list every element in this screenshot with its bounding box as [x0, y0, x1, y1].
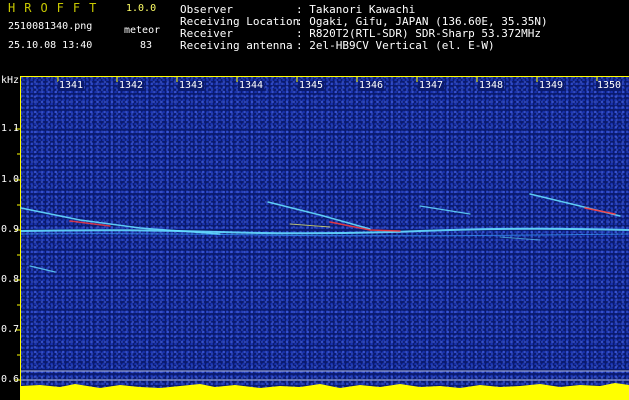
info-key-antenna: Receiving antenna [180, 39, 293, 52]
meteor-count: 83 [140, 40, 153, 51]
x-tick-label: 1341 [58, 80, 85, 91]
y-tick-label: 0.6 [0, 374, 19, 385]
y-tick-label: 0.7 [0, 324, 19, 335]
header-panel: HROFFT 1.0.0 2510081340.png meteor 25.10… [0, 0, 629, 72]
x-tick-label: 1343 [178, 80, 205, 91]
x-tick-label: 1345 [298, 80, 325, 91]
info-value-observer: : Takanori Kawachi [296, 3, 416, 16]
version-label: 1.0.0 [126, 3, 157, 14]
spectrogram-overlay [15, 76, 629, 400]
y-tick-label: 0.9 [0, 224, 19, 235]
info-key-location: Receiving Location [180, 15, 300, 28]
meteor-label: meteor [124, 25, 161, 36]
date-time-label: 25.10.08 13:40 [8, 40, 93, 51]
x-tick-label: 1346 [358, 80, 385, 91]
info-value-location: : Ogaki, Gifu, JAPAN (136.60E, 35.35N) [296, 15, 548, 28]
x-tick-label: 1349 [538, 80, 565, 91]
noise-level-bars [21, 383, 629, 400]
app-name: HROFFT [8, 1, 106, 15]
x-tick-label: 1344 [238, 80, 265, 91]
x-tick-label: 1347 [418, 80, 445, 91]
filename-label: 2510081340.png [8, 21, 93, 32]
info-key-receiver: Receiver [180, 27, 233, 40]
x-tick-label: 1342 [118, 80, 145, 91]
carrier-signal-line [20, 227, 629, 235]
y-tick-label: 1.1 [0, 123, 19, 134]
x-tick-label: 1350 [596, 80, 623, 91]
y-axis-unit: kHz [1, 75, 20, 86]
y-tick-label: 0.8 [0, 274, 19, 285]
info-value-receiver: : R820T2(RTL-SDR) SDR-Sharp 53.372MHz [296, 27, 542, 40]
info-key-observer: Observer [180, 3, 233, 16]
x-tick-label: 1348 [478, 80, 505, 91]
info-value-antenna: : 2el-HB9CV Vertical (el. E-W) [296, 39, 495, 52]
y-tick-label: 1.0 [0, 174, 19, 185]
